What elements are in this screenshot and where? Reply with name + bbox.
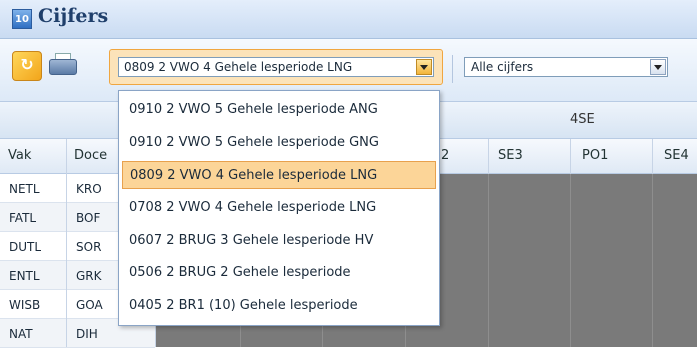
grid-line <box>488 174 489 347</box>
column-divider <box>66 174 67 347</box>
cell-vak: NAT <box>9 327 33 341</box>
period-select[interactable]: 0809 2 VWO 4 Gehele lesperiode LNG <box>118 57 434 77</box>
column-header-vak[interactable]: Vak <box>8 148 31 163</box>
app-icon: 10 <box>12 9 32 29</box>
filter-select-value: Alle cijfers <box>471 60 534 74</box>
dropdown-option[interactable]: 0708 2 VWO 4 Gehele lesperiode LNG <box>122 194 436 222</box>
refresh-icon[interactable]: ↻ <box>12 51 42 81</box>
column-header-po1[interactable]: PO1 <box>582 148 608 163</box>
grid-line <box>570 174 571 347</box>
cell-vak: WISB <box>9 298 41 312</box>
dropdown-option[interactable]: 0607 2 BRUG 3 Gehele lesperiode HV <box>122 227 436 255</box>
cell-vak: NETL <box>9 182 40 196</box>
window-title: Cijfers <box>38 5 109 27</box>
period-select-highlight: 0809 2 VWO 4 Gehele lesperiode LNG <box>109 49 443 85</box>
cell-vak: FATL <box>9 211 37 225</box>
cell-docent: BOF <box>76 211 101 225</box>
cell-vak: DUTL <box>9 240 42 254</box>
column-header-se3[interactable]: SE3 <box>498 148 523 163</box>
period-select-value: 0809 2 VWO 4 Gehele lesperiode LNG <box>124 60 353 74</box>
cell-vak: ENTL <box>9 269 40 283</box>
toolbar-separator <box>452 55 453 83</box>
period-dropdown-list: 0910 2 VWO 5 Gehele lesperiode ANG 0910 … <box>118 90 440 326</box>
printer-icon[interactable] <box>48 51 77 79</box>
title-bar: 10 Cijfers <box>0 0 697 39</box>
group-header-4se: 4SE <box>570 112 595 127</box>
dropdown-option[interactable]: 0910 2 VWO 5 Gehele lesperiode ANG <box>122 96 436 124</box>
cell-docent: GRK <box>76 269 102 283</box>
column-header-docent[interactable]: Doce <box>74 148 107 163</box>
column-header-se4[interactable]: SE4 <box>664 148 689 163</box>
chevron-down-icon[interactable] <box>416 59 432 75</box>
cell-docent: SOR <box>76 240 102 254</box>
dropdown-option-selected[interactable]: 0809 2 VWO 4 Gehele lesperiode LNG <box>122 161 436 189</box>
filter-select[interactable]: Alle cijfers <box>464 57 668 77</box>
cell-docent: KRO <box>76 182 102 196</box>
cell-docent: DIH <box>76 327 98 341</box>
cell-docent: GOA <box>76 298 103 312</box>
grid-line <box>652 174 653 347</box>
dropdown-option[interactable]: 0506 2 BRUG 2 Gehele lesperiode <box>122 259 436 287</box>
chevron-down-icon[interactable] <box>650 59 666 75</box>
column-header-partial[interactable]: 2 <box>441 148 449 163</box>
dropdown-option[interactable]: 0405 2 BR1 (10) Gehele lesperiode <box>122 292 436 320</box>
dropdown-option[interactable]: 0910 2 VWO 5 Gehele lesperiode GNG <box>122 129 436 157</box>
